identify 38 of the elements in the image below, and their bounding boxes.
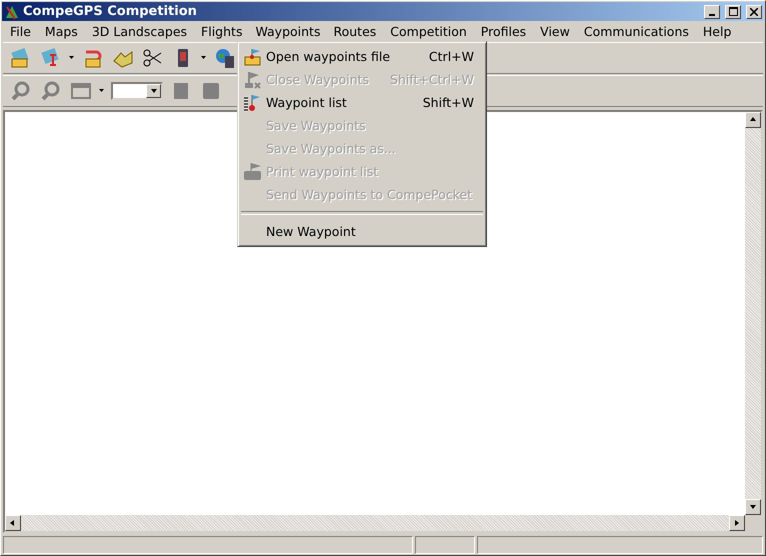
caret-icon: [150, 87, 158, 95]
menu-item[interactable]: View: [533, 22, 577, 40]
status-pane: [415, 536, 475, 554]
printer-flag-icon: [243, 162, 263, 182]
flag-delete-icon: [243, 70, 263, 90]
horizontal-scrollbar[interactable]: [5, 515, 745, 531]
app-logo-icon: [4, 4, 20, 20]
menu-item[interactable]: Routes: [326, 22, 384, 40]
scroll-right-icon: [733, 519, 741, 527]
vertical-scrollbar[interactable]: [745, 112, 761, 515]
menu-item[interactable]: Maps: [38, 22, 85, 40]
close-icon: [750, 8, 758, 16]
scale-combo-box[interactable]: [111, 82, 163, 100]
dropdown-arrow[interactable]: [99, 89, 105, 93]
menu-option[interactable]: Waypoint list Shift+W: [240, 91, 484, 114]
scroll-up-icon: [749, 116, 757, 124]
menu-item[interactable]: Help: [696, 22, 738, 40]
minimize-icon: [709, 14, 715, 16]
dropdown-arrow[interactable]: [69, 56, 75, 60]
menu-option[interactable]: Open waypoints file Ctrl+W: [240, 45, 484, 68]
menu-item[interactable]: File: [3, 22, 38, 40]
menu-option[interactable]: New Waypoint: [240, 220, 484, 243]
menu-item[interactable]: 3D Landscapes: [84, 22, 194, 40]
window-title: CompeGPS Competition: [23, 4, 198, 19]
maximize-button[interactable]: [725, 4, 741, 18]
folder-flag-icon: [243, 46, 263, 66]
menu-item[interactable]: Profiles: [474, 22, 534, 40]
scroll-down-icon: [749, 503, 757, 511]
minimize-button[interactable]: [704, 4, 720, 18]
globe-device-icon[interactable]: [213, 46, 237, 70]
menu-item[interactable]: Flights: [194, 22, 250, 40]
menu-item[interactable]: Communications: [576, 22, 696, 40]
dropdown-arrow[interactable]: [201, 56, 207, 60]
menu-item[interactable]: Waypoints: [249, 22, 326, 40]
close-button[interactable]: [746, 4, 762, 18]
maximize-icon: [728, 7, 738, 16]
scroll-left-icon: [9, 519, 17, 527]
menu-item[interactable]: Competition: [383, 22, 474, 40]
